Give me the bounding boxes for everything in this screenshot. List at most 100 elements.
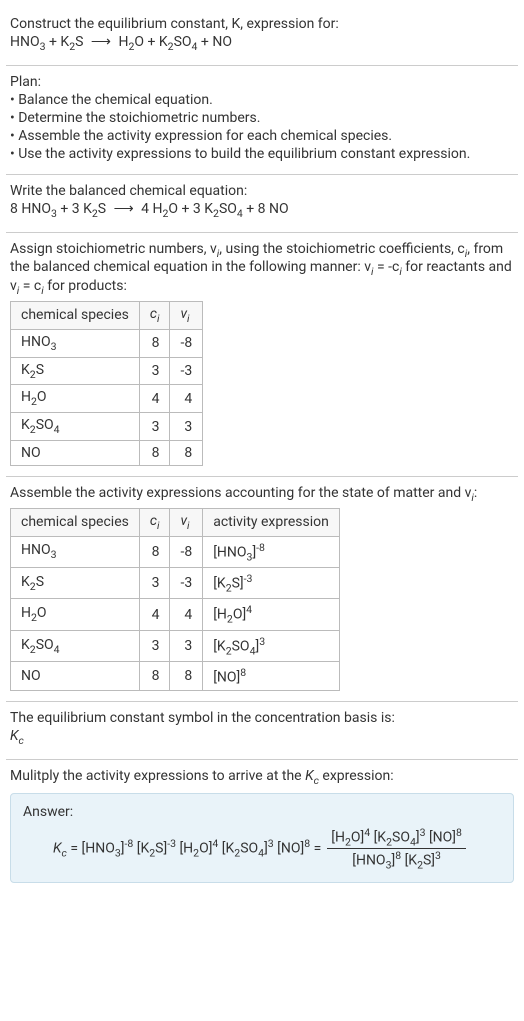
plan-title: Plan:: [10, 74, 514, 90]
kc-k: K: [10, 728, 19, 744]
sp-b: S: [36, 362, 44, 378]
balanced-equation: 8 HNO3 + 3 K2S ⟶ 4 H2O + 3 K2SO4 + 8 NO: [10, 201, 514, 220]
ae-a: [K: [213, 639, 226, 655]
t3a: [H: [176, 841, 193, 857]
ans-eq2: =: [310, 841, 321, 857]
table-row: HNO3 8 -8: [11, 329, 203, 357]
n2b: SO: [392, 829, 410, 845]
t5a: [NO]: [274, 841, 305, 857]
mul-k: K: [305, 768, 314, 784]
t1a: [HNO: [82, 841, 115, 857]
cell-activity: [NO]8: [203, 662, 340, 691]
activity-section: Assemble the activity expressions accoun…: [6, 477, 518, 702]
bal-5b: + 8 NO: [243, 201, 289, 217]
table-row: K2S 3 -3 [K2S]-3: [11, 568, 340, 599]
plan-item-2: • Determine the stoichiometric numbers.: [10, 110, 514, 126]
plan-item-1: • Balance the chemical equation.: [10, 92, 514, 108]
cell-species: NO: [11, 662, 140, 691]
intro-equation: HNO3 + K2S ⟶ H2O + K2SO4 + NO: [10, 34, 514, 53]
arrow-icon: ⟶: [87, 34, 115, 50]
stoich-table: chemical species ci νi HNO3 8 -8 K2S 3 -…: [10, 301, 203, 466]
frac-denominator: [HNO3]8 [K2S]3: [348, 849, 445, 871]
th-vi: νi: [170, 508, 203, 536]
cell-species: NO: [11, 440, 140, 465]
table-row: NO 8 8 [NO]8: [11, 662, 340, 691]
sp-a: H: [21, 605, 31, 621]
sp-a: HNO: [21, 334, 51, 350]
ae-a: [HNO: [213, 544, 246, 560]
sp-b: O: [37, 605, 47, 621]
cell-species: K2S: [11, 357, 140, 385]
d2sup: 3: [435, 849, 441, 862]
cell-species: K2S: [11, 568, 140, 599]
cell-ci: 3: [139, 568, 170, 599]
sp-a: K: [21, 417, 30, 433]
cell-vi: 8: [170, 440, 203, 465]
sp-a: NO: [21, 445, 41, 461]
th-ci: ci: [139, 301, 170, 329]
plan-item-3: • Assemble the activity expression for e…: [10, 128, 514, 144]
table-row: NO 8 8: [11, 440, 203, 465]
bal-2b: S: [98, 201, 110, 217]
balanced-section: Write the balanced chemical equation: 8 …: [6, 175, 518, 233]
plan-item-4: • Use the activity expressions to build …: [10, 146, 514, 162]
ae-sup: 4: [246, 603, 252, 616]
ac-d2: :: [474, 485, 477, 501]
t4a: [K: [218, 841, 234, 857]
sp-b: S: [36, 574, 44, 590]
cell-vi: 4: [170, 599, 203, 630]
n3sup: 8: [456, 826, 462, 839]
t2a: [K: [133, 841, 149, 857]
table-row: H2O 4 4: [11, 385, 203, 413]
cell-vi: 3: [170, 413, 203, 441]
cell-activity: [K2S]-3: [203, 568, 340, 599]
multiply-desc: Mulitply the activity expressions to arr…: [10, 768, 514, 787]
ae-b: SO: [232, 639, 250, 655]
intro-section: Construct the equilibrium constant, K, e…: [6, 8, 518, 66]
activity-table: chemical species ci νi activity expressi…: [10, 508, 340, 691]
ae-sup: -3: [244, 572, 253, 585]
ans-eq: =: [67, 841, 82, 857]
sp-b: O: [37, 389, 47, 405]
kc-symbol-desc: The equilibrium constant symbol in the c…: [10, 710, 514, 726]
kc-left: Kc = [HNO3]-8 [K2S]-3 [H2O]4 [K2SO4]3 [N…: [53, 837, 321, 859]
t2b: S]: [155, 841, 167, 857]
sp-s2: 4: [54, 423, 60, 436]
st-d2: , using the stoichiometric coefficients,…: [219, 241, 464, 257]
ae-b: O]: [233, 607, 246, 623]
th-vi-s: i: [187, 519, 189, 532]
eq-hno3-a: HNO: [10, 34, 40, 50]
bal-3: 4 H: [138, 201, 163, 217]
cell-vi: 8: [170, 662, 203, 691]
bal-1: 8 HNO: [10, 201, 51, 217]
cell-ci: 8: [139, 440, 170, 465]
mul-c: expression:: [319, 768, 394, 784]
sp-a: NO: [21, 668, 41, 684]
table-row: H2O 4 4 [H2O]4: [11, 599, 340, 630]
cell-species: HNO3: [11, 329, 140, 357]
table-row: K2SO4 3 3 [K2SO4]3: [11, 630, 340, 661]
d2a: [K: [401, 853, 417, 869]
intro-title: Construct the equilibrium constant, K, e…: [10, 16, 514, 32]
sp-b: SO: [36, 637, 54, 653]
cell-vi: -3: [170, 357, 203, 385]
ae-a: [H: [213, 607, 227, 623]
answer-label: Answer:: [23, 804, 501, 820]
th-ci: ci: [139, 508, 170, 536]
kc-symbol: Kc: [10, 728, 514, 747]
ae-a: [K: [213, 576, 226, 592]
cell-activity: [HNO3]-8: [203, 536, 340, 567]
th-vi-s: i: [187, 312, 189, 325]
th-species: chemical species: [11, 301, 140, 329]
ae-sup: 3: [259, 635, 265, 648]
cell-ci: 8: [139, 329, 170, 357]
stoich-desc: Assign stoichiometric numbers, νi, using…: [10, 241, 514, 297]
n1b: O]: [351, 829, 364, 845]
n1a: [H: [331, 829, 345, 845]
cell-ci: 8: [139, 662, 170, 691]
table-row: K2SO4 3 3: [11, 413, 203, 441]
cell-activity: [H2O]4: [203, 599, 340, 630]
cell-activity: [K2SO4]3: [203, 630, 340, 661]
sp-a: K: [21, 637, 30, 653]
st-d1: Assign stoichiometric numbers, ν: [10, 241, 217, 257]
